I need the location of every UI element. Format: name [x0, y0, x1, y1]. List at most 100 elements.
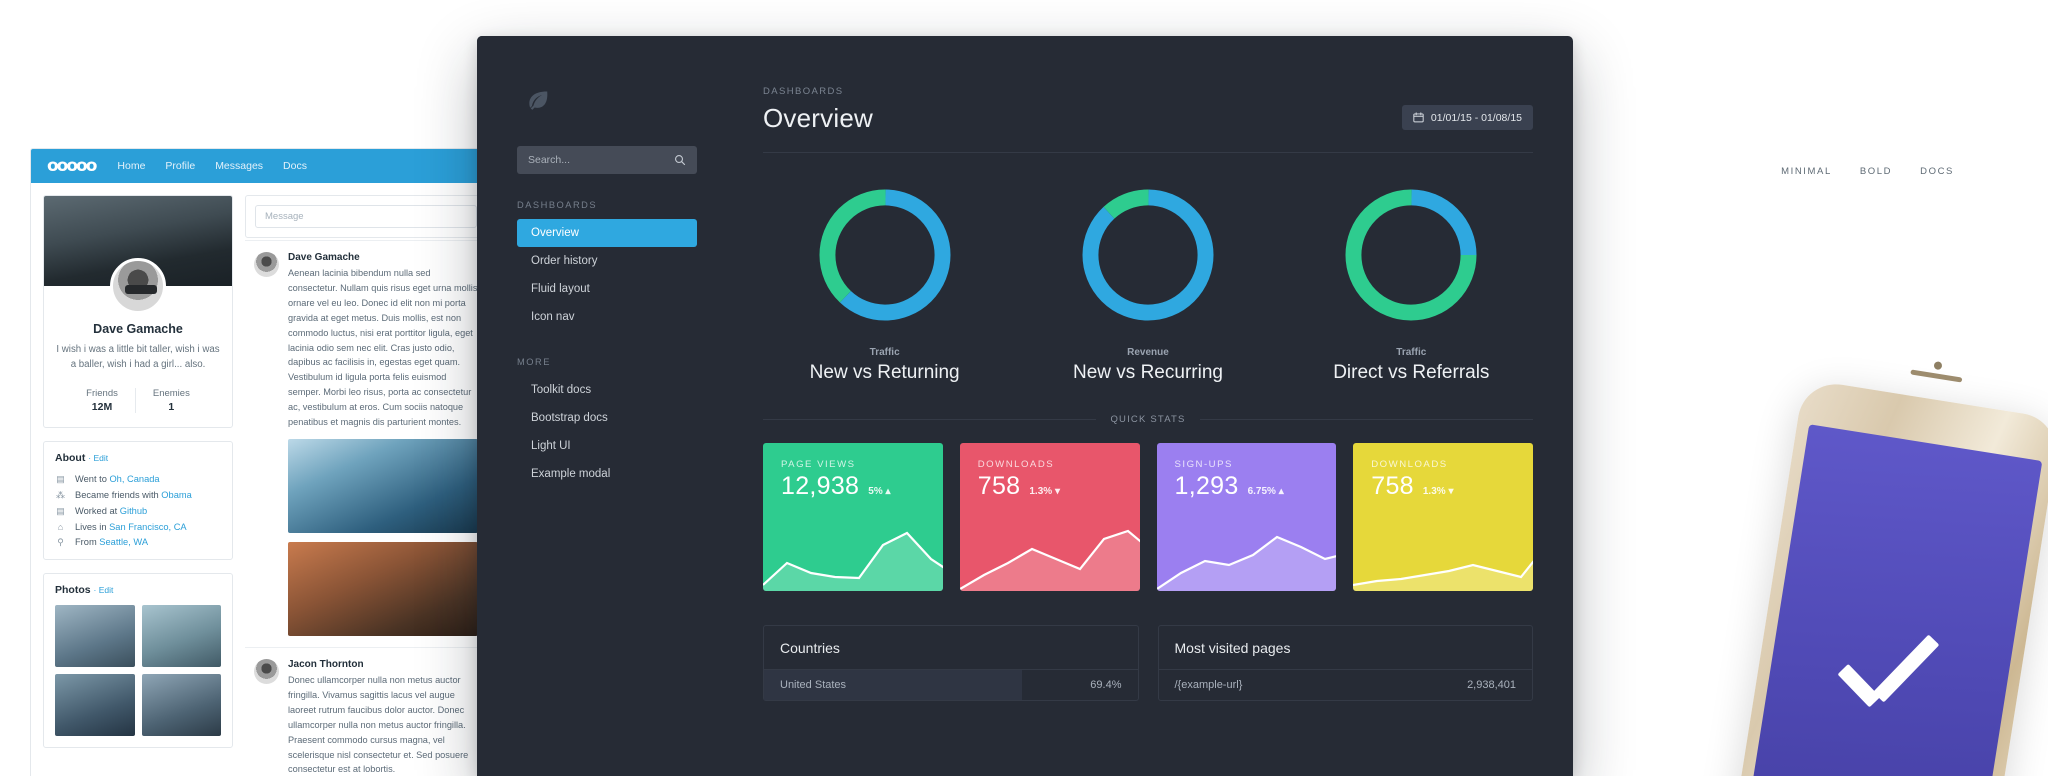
- profile-body: Dave Gamache I wish i was a little bit t…: [31, 183, 499, 776]
- avatar: [254, 252, 279, 277]
- panel-title: Countries: [764, 626, 1138, 670]
- feed-post-body: Jacon Thornton Donec ullamcorper nulla n…: [288, 659, 478, 776]
- row-value: 2,938,401: [1467, 679, 1516, 691]
- photo-thumb[interactable]: [141, 673, 221, 736]
- about-row: ⁂ Became friends with Obama: [44, 487, 232, 503]
- donut-subtitle: Revenue: [1127, 347, 1169, 358]
- donut-subtitle: Traffic: [869, 347, 900, 358]
- divider-line-left: [763, 419, 1097, 420]
- stat-card-downloads-yellow[interactable]: DOWNLOADS 758 1.3% ▾: [1353, 443, 1533, 591]
- stat-card-downloads-red[interactable]: DOWNLOADS 758 1.3% ▾: [959, 443, 1140, 591]
- profile-feed-column: Message Dave Gamache Aenean lacinia bibe…: [245, 195, 487, 776]
- sidebar-logo[interactable]: [477, 62, 723, 124]
- sidebar-section-more-heading: MORE: [517, 357, 551, 367]
- about-card: About · Edit ▤ Went to Oh, Canada ⁂ Beca…: [43, 441, 233, 560]
- message-input[interactable]: Message: [255, 205, 477, 228]
- leaf-icon: [529, 91, 548, 110]
- row-name: United States: [780, 679, 847, 691]
- table-row[interactable]: United States 69.4%: [764, 670, 1138, 700]
- feed-post-author: Dave Gamache: [288, 252, 360, 263]
- calendar-icon: [1413, 112, 1424, 123]
- trend-down-icon: ▾: [1054, 486, 1060, 497]
- stat-card-value: 1,293: [1174, 472, 1239, 500]
- photo-thumb[interactable]: [55, 604, 135, 667]
- screenshot-stage: MINIMAL BOLD DOCS CHI and a calendar for…: [0, 0, 2048, 776]
- minimal-nav-link-0[interactable]: MINIMAL: [1781, 166, 1832, 177]
- profile-logo[interactable]: ooooo: [47, 156, 97, 176]
- search-input[interactable]: Search...: [517, 146, 697, 174]
- about-row: ▤ Worked at Github: [44, 503, 232, 519]
- search-icon: [675, 155, 686, 166]
- table-row[interactable]: /{example-url} 2,938,401: [1159, 670, 1533, 700]
- donut-chart-traffic-new-returning: Traffic New vs Returning: [754, 179, 1015, 384]
- profile-bio: I wish i was a little bit taller, wish i…: [56, 344, 220, 371]
- photos-edit-link[interactable]: · Edit: [94, 585, 114, 595]
- pin-icon: ⚲: [57, 536, 64, 547]
- profile-nav-home[interactable]: Home: [117, 160, 145, 172]
- sidebar-item-fluid-layout[interactable]: Fluid layout: [517, 275, 697, 303]
- stat-card-label: SIGN-UPS: [1174, 459, 1233, 470]
- quick-stats-divider: QUICK STATS: [763, 414, 1534, 425]
- about-row-text: Worked at Github: [75, 506, 148, 517]
- sidebar-item-order-history[interactable]: Order history: [517, 247, 697, 275]
- stat-friends: Friends 12M: [69, 388, 135, 413]
- briefcase-icon: ▤: [56, 505, 65, 516]
- bottom-panels-row: Countries United States 69.4% Most visit…: [723, 591, 1573, 701]
- profile-nav-docs[interactable]: Docs: [283, 160, 307, 172]
- about-edit-link[interactable]: · Edit: [88, 453, 108, 463]
- about-title: About: [55, 452, 86, 465]
- photo-thumb[interactable]: [55, 673, 135, 736]
- sidebar-item-light-ui[interactable]: Light UI: [517, 432, 697, 460]
- page-title: Overview: [763, 103, 873, 133]
- photo-thumb[interactable]: [141, 604, 221, 667]
- stat-card-page-views[interactable]: PAGE VIEWS 12,938 5% ▴: [763, 443, 943, 591]
- stat-card-delta: 1.3% ▾: [1422, 486, 1454, 497]
- sidebar-item-overview[interactable]: Overview: [517, 219, 697, 247]
- donut-segment-recurring: [1082, 189, 1214, 321]
- feed-post-image[interactable]: [288, 438, 478, 533]
- minimal-nav-link-1[interactable]: BOLD: [1860, 166, 1892, 177]
- phone-mockup: [1722, 361, 2048, 776]
- trend-up-icon: ▴: [1278, 486, 1284, 497]
- stat-card-delta: 5% ▴: [868, 486, 891, 497]
- sidebar-item-icon-nav[interactable]: Icon nav: [517, 303, 697, 331]
- stat-friends-label: Friends: [86, 388, 118, 400]
- stat-card-value-row: 758 1.3% ▾: [960, 470, 1140, 501]
- stat-enemies-label: Enemies: [152, 388, 190, 400]
- phone-camera-icon: [1933, 361, 1943, 371]
- stat-card-value-row: 758 1.3% ▾: [1353, 470, 1533, 501]
- profile-card: Dave Gamache I wish i was a little bit t…: [43, 195, 233, 429]
- dashboard-main: DASHBOARDS Overview 01/01/15 - 01/08/15: [723, 36, 1573, 776]
- stat-card-sign-ups[interactable]: SIGN-UPS 1,293 6.75% ▴: [1156, 443, 1337, 591]
- stat-enemies-value: 1: [168, 401, 175, 414]
- background-profile-app: ooooo Home Profile Messages Docs Dave Ga…: [30, 148, 500, 776]
- stat-cards-row: PAGE VIEWS 12,938 5% ▴ DOWNLOADS 758 1.3…: [723, 425, 1573, 591]
- stat-card-label: PAGE VIEWS: [781, 459, 856, 470]
- about-row-text: From Seattle, WA: [75, 537, 149, 548]
- photos-heading: Photos · Edit: [44, 574, 232, 603]
- divider-line-right: [1199, 419, 1534, 420]
- panel-most-visited-pages: Most visited pages /{example-url} 2,938,…: [1157, 625, 1533, 701]
- trend-up-icon: ▴: [885, 486, 891, 497]
- stat-card-value-row: 1,293 6.75% ▴: [1157, 470, 1337, 501]
- phone-speaker: [1910, 369, 1963, 383]
- stat-card-value-row: 12,938 5% ▴: [763, 470, 943, 501]
- about-row: ▤ Went to Oh, Canada: [44, 471, 232, 487]
- sidebar-item-toolkit-docs[interactable]: Toolkit docs: [517, 376, 697, 404]
- sidebar-item-bootstrap-docs[interactable]: Bootstrap docs: [517, 404, 697, 432]
- sparkline-chart: [959, 529, 1140, 591]
- feed-post-image[interactable]: [288, 541, 478, 636]
- about-row-text: Went to Oh, Canada: [75, 474, 160, 485]
- profile-nav-messages[interactable]: Messages: [215, 160, 263, 172]
- about-row-text: Became friends with Obama: [75, 490, 192, 501]
- donut-svg: [1082, 189, 1214, 321]
- profile-nav-profile[interactable]: Profile: [165, 160, 195, 172]
- about-row-text: Lives in San Francisco, CA: [75, 521, 187, 532]
- date-range-picker[interactable]: 01/01/15 - 01/08/15: [1401, 105, 1533, 130]
- sparkline-chart: [1353, 560, 1533, 591]
- sidebar-item-example-modal[interactable]: Example modal: [517, 460, 697, 488]
- profile-name: Dave Gamache: [93, 322, 183, 336]
- stat-card-delta: 6.75% ▴: [1247, 486, 1284, 497]
- profile-navbar: ooooo Home Profile Messages Docs: [31, 149, 499, 183]
- minimal-nav-link-2[interactable]: DOCS: [1920, 166, 1954, 177]
